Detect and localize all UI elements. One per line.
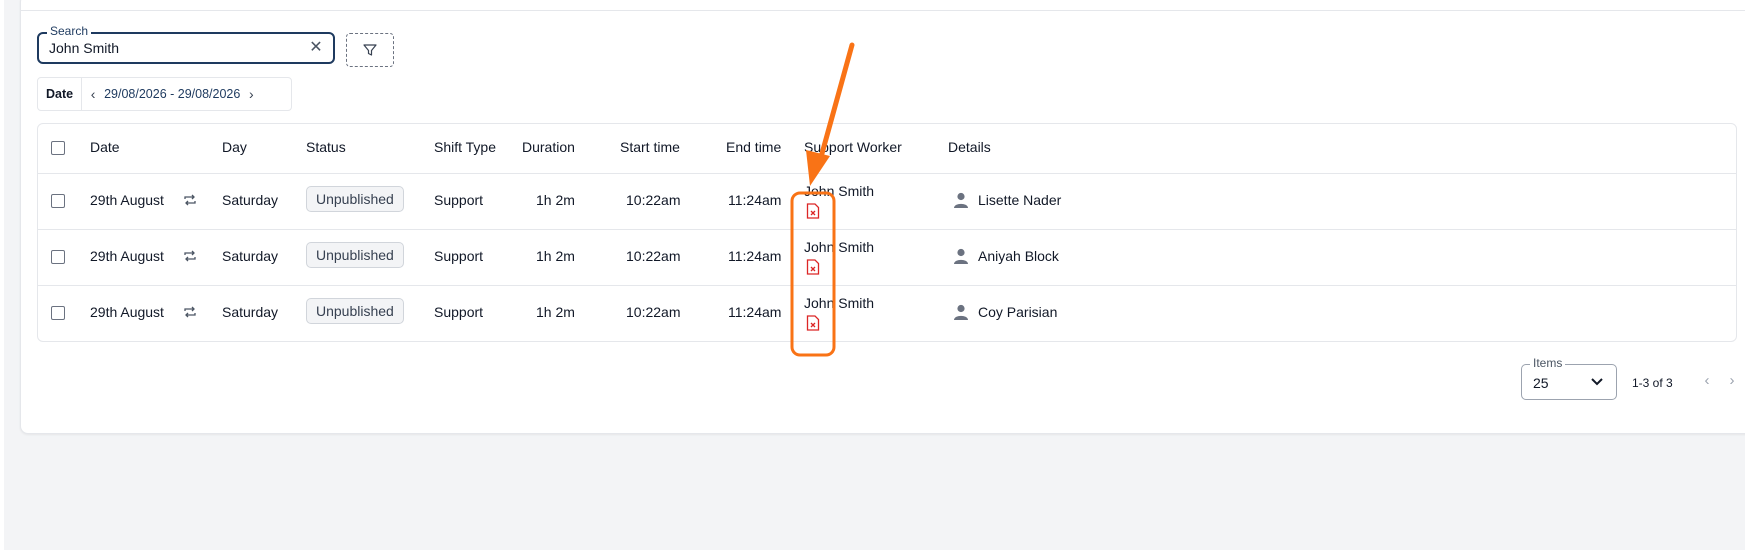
header-day: Day [222,139,247,155]
row-duration: 1h 2m [536,304,575,320]
person-icon [954,248,968,264]
select-all-checkbox[interactable] [51,141,65,155]
date-filter: Date ‹ 29/08/2026 - 29/08/2026 › [37,77,292,111]
row-start-time: 10:22am [626,304,681,320]
row-day: Saturday [222,304,279,320]
status-badge: Unpublished [306,186,404,212]
table-row[interactable]: 29th August Saturday Unpublished Support… [38,285,1736,341]
row-checkbox[interactable] [51,194,65,208]
row-shift-type: Support [434,192,484,208]
pagination-range: 1-3 of 3 [1632,376,1673,390]
repeat-icon [184,306,196,318]
person-icon [954,192,968,208]
chevron-right-icon[interactable]: › [240,86,262,102]
row-duration: 1h 2m [536,192,575,208]
chevron-left-icon[interactable]: ‹ [82,86,104,102]
row-details: Aniyah Block [978,248,1059,264]
row-date: 29th August [90,192,164,208]
row-day: Saturday [222,248,279,264]
close-icon[interactable]: ✕ [307,39,325,57]
date-filter-label: Date [38,78,83,110]
card-divider [21,10,1745,11]
search-label: Search [47,24,92,38]
filter-button[interactable] [346,33,394,67]
row-end-time: 11:24am [728,304,782,320]
shifts-table: Date Day Status Shift Type Duration Star… [37,123,1737,342]
search-input[interactable] [49,38,289,58]
row-start-time: 10:22am [626,192,681,208]
header-date: Date [90,139,120,155]
header-support-worker: Support Worker [804,139,902,155]
items-per-page-value: 25 [1533,375,1549,391]
row-checkbox[interactable] [51,306,65,320]
status-badge: Unpublished [306,298,404,324]
row-shift-type: Support [434,248,484,264]
row-details: Lisette Nader [978,192,1062,208]
row-date: 29th August [90,304,164,320]
pdf-error-icon[interactable] [806,315,820,331]
row-duration: 1h 2m [536,248,575,264]
row-day: Saturday [222,192,279,208]
row-details: Coy Parisian [978,304,1058,320]
filter-icon [363,44,377,56]
header-shift-type: Shift Type [434,139,497,155]
row-support-worker: John Smith [804,295,875,311]
shifts-card: Search ✕ Date ‹ 29/08/2026 - 29/08/2026 … [20,0,1745,434]
table-header: Date Day Status Shift Type Duration Star… [38,124,1736,174]
row-end-time: 11:24am [728,248,782,264]
row-support-worker: John Smith [804,183,875,199]
row-support-worker: John Smith [804,239,875,255]
pdf-error-icon[interactable] [806,203,820,219]
search-field[interactable]: Search ✕ [37,24,335,64]
row-end-time: 11:24am [728,192,782,208]
table-row[interactable]: 29th August Saturday Unpublished Support… [38,229,1736,286]
row-date: 29th August [90,248,164,264]
header-details: Details [948,139,991,155]
chevron-right-icon[interactable]: › [1723,372,1741,390]
row-start-time: 10:22am [626,248,681,264]
row-checkbox[interactable] [51,250,65,264]
status-badge: Unpublished [306,242,404,268]
chevron-left-icon[interactable]: ‹ [1698,372,1716,390]
header-duration: Duration [522,139,575,155]
table-row[interactable]: 29th August Saturday Unpublished Support… [38,173,1736,230]
header-status: Status [306,139,346,155]
date-range: 29/08/2026 - 29/08/2026 [104,87,241,101]
items-per-page-select[interactable]: Items 25 [1521,356,1617,400]
repeat-icon [184,194,196,206]
chevron-down-icon [1591,378,1603,386]
header-end-time: End time [726,139,782,155]
repeat-icon [184,250,196,262]
person-icon [954,304,968,320]
row-shift-type: Support [434,304,484,320]
header-start-time: Start time [620,139,680,155]
pdf-error-icon[interactable] [806,259,820,275]
items-per-page-label: Items [1530,356,1566,370]
